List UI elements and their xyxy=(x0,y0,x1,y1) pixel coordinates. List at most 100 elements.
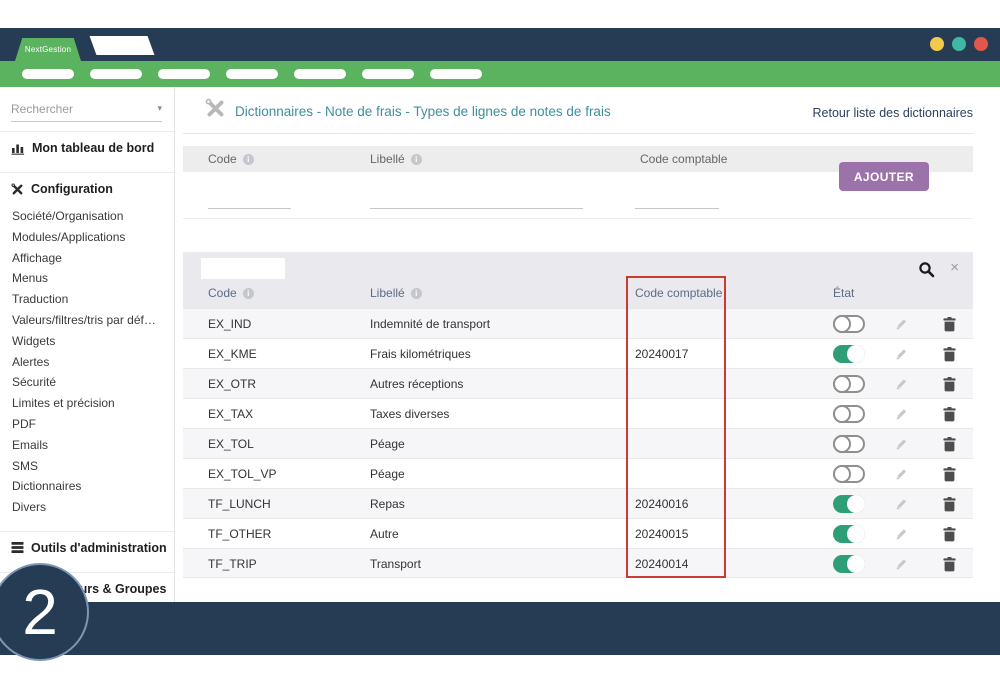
nav-pill[interactable] xyxy=(22,69,74,79)
divider xyxy=(183,133,973,134)
table-row: EX_KME Frais kilométriques 20240017 xyxy=(183,338,973,368)
sidebar-item[interactable]: Modules/Applications xyxy=(12,227,174,248)
state-toggle[interactable] xyxy=(833,375,865,393)
state-toggle[interactable] xyxy=(833,555,865,573)
brand-tab[interactable]: NextGestion xyxy=(15,38,81,61)
cell-libelle: Transport xyxy=(370,549,421,579)
search-icon[interactable] xyxy=(918,261,935,278)
edit-pencil-icon[interactable] xyxy=(895,437,909,451)
secondary-tab[interactable] xyxy=(90,36,155,55)
nav-pill[interactable] xyxy=(90,69,142,79)
form-code-comptable-label: Code comptable xyxy=(640,152,727,166)
toggle-knob xyxy=(833,375,851,393)
edit-pencil-icon[interactable] xyxy=(895,347,909,361)
code-comptable-field[interactable] xyxy=(635,187,719,209)
cell-code: TF_LUNCH xyxy=(208,489,271,519)
sidebar-item-dashboard[interactable]: Mon tableau de bord xyxy=(0,132,174,163)
state-toggle[interactable] xyxy=(833,435,865,453)
sidebar-item[interactable]: Menus xyxy=(12,268,174,289)
table-search-input[interactable] xyxy=(201,258,285,279)
column-header-code-comptable[interactable]: Code comptable xyxy=(635,286,722,300)
edit-pencil-icon[interactable] xyxy=(895,317,909,331)
nav-pill[interactable] xyxy=(430,69,482,79)
column-header-etat[interactable]: État xyxy=(833,286,854,300)
sidebar-item[interactable]: Widgets xyxy=(12,331,174,352)
delete-trash-icon[interactable] xyxy=(943,467,956,482)
cell-code: EX_IND xyxy=(208,309,251,339)
edit-pencil-icon[interactable] xyxy=(895,467,909,481)
sidebar-item[interactable]: Traduction xyxy=(12,289,174,310)
state-toggle[interactable] xyxy=(833,525,865,543)
delete-trash-icon[interactable] xyxy=(943,497,956,512)
edit-pencil-icon[interactable] xyxy=(895,497,909,511)
cell-code: EX_OTR xyxy=(208,369,256,399)
window-control-yellow-icon[interactable] xyxy=(930,37,944,51)
sidebar-item[interactable]: Divers xyxy=(12,497,174,518)
application-window: NextGestion Rechercher ▾ Mon tableau de … xyxy=(0,0,1000,679)
edit-pencil-icon[interactable] xyxy=(895,557,909,571)
cell-libelle: Indemnité de transport xyxy=(370,309,490,339)
column-header-libelle[interactable]: Libellé i xyxy=(370,286,422,300)
delete-trash-icon[interactable] xyxy=(943,317,956,332)
sidebar-item-configuration[interactable]: Configuration xyxy=(0,173,174,204)
sidebar-item[interactable]: Société/Organisation xyxy=(12,206,174,227)
table-row: TF_OTHER Autre 20240015 xyxy=(183,518,973,548)
table-row: EX_TOL Péage xyxy=(183,428,973,458)
delete-trash-icon[interactable] xyxy=(943,527,956,542)
edit-pencil-icon[interactable] xyxy=(895,377,909,391)
nav-pill[interactable] xyxy=(294,69,346,79)
delete-trash-icon[interactable] xyxy=(943,377,956,392)
code-field[interactable] xyxy=(208,187,291,209)
column-header-code[interactable]: Code i xyxy=(208,286,254,300)
sidebar-item[interactable]: Emails xyxy=(12,435,174,456)
cell-code-comptable: 20240016 xyxy=(635,489,688,519)
close-icon[interactable]: × xyxy=(950,259,959,276)
table-row: TF_TRIP Transport 20240014 xyxy=(183,548,973,578)
sidebar-search-input[interactable]: Rechercher ▾ xyxy=(11,96,162,122)
delete-trash-icon[interactable] xyxy=(943,407,956,422)
state-toggle[interactable] xyxy=(833,465,865,483)
window-control-red-icon[interactable] xyxy=(974,37,988,51)
sidebar-item[interactable]: SMS xyxy=(12,456,174,477)
sidebar-item[interactable]: Limites et précision xyxy=(12,393,174,414)
cell-libelle: Autre xyxy=(370,519,399,549)
form-body: AJOUTER xyxy=(183,172,973,219)
sidebar-item-dictionnaires[interactable]: Dictionnaires xyxy=(12,476,174,497)
info-icon: i xyxy=(243,288,254,299)
state-toggle[interactable] xyxy=(833,495,865,513)
form-code-label: Code i xyxy=(208,152,254,166)
delete-trash-icon[interactable] xyxy=(943,347,956,362)
toggle-knob xyxy=(847,345,865,363)
toggle-knob xyxy=(833,435,851,453)
sidebar-item-admin-tools[interactable]: Outils d'administration xyxy=(0,532,174,563)
sidebar-item[interactable]: Affichage xyxy=(12,248,174,269)
libelle-field[interactable] xyxy=(370,187,583,209)
cell-libelle: Autres réceptions xyxy=(370,369,463,399)
table-row: TF_LUNCH Repas 20240016 xyxy=(183,488,973,518)
window-control-green-icon[interactable] xyxy=(952,37,966,51)
edit-pencil-icon[interactable] xyxy=(895,407,909,421)
state-toggle[interactable] xyxy=(833,315,865,333)
delete-trash-icon[interactable] xyxy=(943,437,956,452)
add-button[interactable]: AJOUTER xyxy=(839,162,929,191)
delete-trash-icon[interactable] xyxy=(943,557,956,572)
sidebar-search-placeholder: Rechercher xyxy=(11,102,73,116)
cell-libelle: Repas xyxy=(370,489,405,519)
state-toggle[interactable] xyxy=(833,405,865,423)
table-row: EX_OTR Autres réceptions xyxy=(183,368,973,398)
nav-pill[interactable] xyxy=(226,69,278,79)
sidebar-item[interactable]: Sécurité xyxy=(12,372,174,393)
sidebar-item[interactable]: PDF xyxy=(12,414,174,435)
cell-code: EX_TOL_VP xyxy=(208,459,276,489)
nav-pill[interactable] xyxy=(158,69,210,79)
step-number: 2 xyxy=(22,580,58,644)
configuration-menu: Société/Organisation Modules/Application… xyxy=(0,204,174,522)
sidebar-item[interactable]: Alertes xyxy=(12,352,174,373)
sidebar-item[interactable]: Valeurs/filtres/tris par déf… xyxy=(12,310,174,331)
back-to-dictionaries-link[interactable]: Retour liste des dictionnaires xyxy=(813,106,974,120)
nav-pill[interactable] xyxy=(362,69,414,79)
tools-icon xyxy=(205,98,226,119)
sidebar-item-label: Mon tableau de bord xyxy=(32,141,154,155)
state-toggle[interactable] xyxy=(833,345,865,363)
edit-pencil-icon[interactable] xyxy=(895,527,909,541)
